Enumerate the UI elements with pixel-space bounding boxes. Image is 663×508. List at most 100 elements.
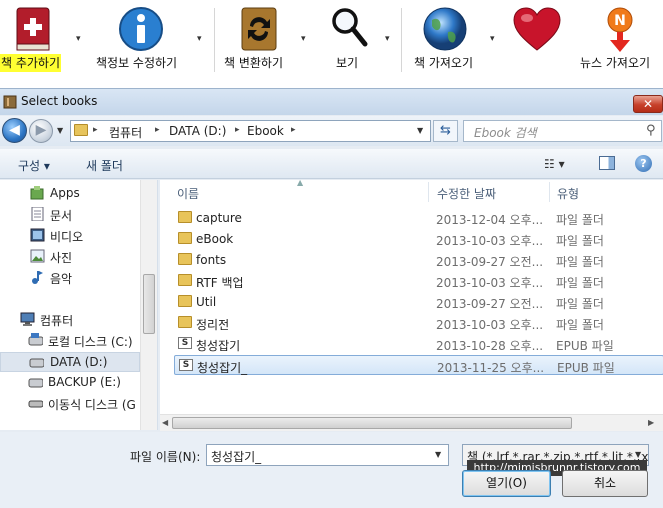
open-button[interactable]: 열기(O) [462,470,551,497]
file-row-epub-2-selected[interactable]: S 청성잡기_ 2013-11-25 오후... EPUB 파일 [174,355,663,375]
breadcrumb-data-drive[interactable]: DATA (D:) [169,124,226,138]
nav-item-data-d[interactable]: DATA (D:) [0,352,140,372]
file-row-fonts[interactable]: fonts 2013-09-27 오전... 파일 폴더 [174,250,663,270]
fetch-news-label: 뉴스 가져오기 [580,56,651,70]
column-header-name[interactable]: 이름 [177,185,199,202]
breadcrumb-separator[interactable]: ▸ [235,125,240,135]
nav-item-label: 컴퓨터 [40,314,74,328]
folder-icon [178,274,192,286]
breadcrumb-separator[interactable]: ▸ [93,125,98,135]
convert-book-dropdown-arrow[interactable]: ▾ [301,34,306,44]
nav-item-label: DATA (D:) [50,355,108,369]
refresh-button[interactable]: ⇆ [433,120,458,142]
folder-icon [178,253,192,265]
breadcrumb-computer[interactable]: 컴퓨터 [109,124,142,141]
help-icon[interactable]: ? [635,155,652,172]
breadcrumb-separator[interactable]: ▸ [155,125,160,135]
file-type: 파일 폴더 [556,297,604,311]
nav-item-label: 로컬 디스크 (C:) [48,335,133,349]
add-book-dropdown-arrow[interactable]: ▾ [76,34,81,44]
file-list: ▲ 이름 수정한 날짜 유형 capture 2013-12-04 오후... … [160,178,663,430]
view-book-button[interactable]: 보기 ▾ [322,0,397,84]
add-book-button[interactable]: 책 추가하기 ▾ [0,0,90,84]
forward-button[interactable]: ▶ [29,119,53,143]
nav-item-label: 비디오 [50,230,84,244]
dialog-title: Select books [21,94,98,108]
file-date: 2013-11-25 오후... [437,361,545,375]
column-header-date[interactable]: 수정한 날짜 [437,185,496,202]
computer-icon [20,312,35,326]
file-type: 파일 폴더 [556,318,604,332]
file-row-util[interactable]: Util 2013-09-27 오전... 파일 폴더 [174,292,663,312]
file-date: 2013-10-28 오후... [436,339,544,353]
toolbar-divider [214,8,215,72]
fetch-news-button[interactable]: N 뉴스 가져오기 [578,0,663,84]
cancel-button[interactable]: 취소 [562,470,648,497]
sort-arrow-icon: ▲ [297,178,304,187]
file-name: 청성잡기 [196,339,241,353]
magnifier-icon [332,8,368,47]
back-button[interactable]: ◀ [2,118,27,143]
folder-icon [74,124,88,136]
filename-label: 파일 이름(N): [130,450,201,464]
convert-book-button[interactable]: 책 변환하기 ▾ [224,0,312,84]
svg-text:N: N [614,13,626,29]
app-icon [3,95,17,109]
nav-item-label: 문서 [50,209,73,223]
file-row-epub-1[interactable]: S 청성잡기 2013-10-28 오후... EPUB 파일 [174,334,663,354]
scroll-right-arrow[interactable]: ▶ [648,418,654,427]
breadcrumb-separator[interactable]: ▸ [291,125,296,135]
view-book-dropdown-arrow[interactable]: ▾ [385,34,390,44]
address-bar[interactable]: ▸ 컴퓨터 ▸ DATA (D:) ▸ Ebook ▸ ▼ [70,120,431,142]
edit-metadata-button[interactable]: 책정보 수정하기 ▾ [96,0,211,84]
recent-pages-dropdown[interactable]: ▼ [57,126,63,135]
get-books-dropdown-arrow[interactable]: ▾ [490,34,495,44]
donate-button[interactable] [510,0,566,84]
filename-dropdown-arrow[interactable]: ▼ [435,450,441,459]
drive-icon [29,358,44,368]
preview-pane-icon[interactable] [599,156,615,170]
nav-pane-scrollbar[interactable] [140,180,157,430]
file-date: 2013-12-04 오후... [436,213,544,227]
file-row-ebook[interactable]: eBook 2013-10-03 오후... 파일 폴더 [174,229,663,249]
file-type: 파일 폴더 [556,234,604,248]
dialog-titlebar: Select books ✕ [0,89,663,115]
convert-book-label: 책 변환하기 [224,56,284,70]
nav-item-label: 음악 [50,272,73,286]
get-books-button[interactable]: 책 가져오기 ▾ [412,0,502,84]
column-divider[interactable] [549,182,550,202]
close-button[interactable]: ✕ [633,95,663,113]
file-name: 청성잡기_ [197,361,248,375]
column-header-row: ▲ 이름 수정한 날짜 유형 [160,178,663,204]
picture-icon [30,249,45,263]
globe-icon [423,7,467,51]
music-icon [32,271,43,284]
new-folder-button[interactable]: 새 폴더 [86,157,123,174]
book-add-icon [16,7,50,51]
search-icon[interactable]: ⚲ [646,123,656,138]
file-list-horizontal-scrollbar[interactable]: ◀ ▶ [160,414,663,431]
file-row-unsorted[interactable]: 정리전 2013-10-03 오후... 파일 폴더 [174,313,663,333]
file-row-rtf-backup[interactable]: RTF 백업 2013-10-03 오후... 파일 폴더 [174,271,663,291]
scroll-left-arrow[interactable]: ◀ [162,418,168,427]
epub-file-icon: S [179,359,193,371]
scrollbar-thumb[interactable] [172,417,572,429]
file-type: EPUB 파일 [557,361,615,375]
edit-metadata-dropdown-arrow[interactable]: ▾ [197,34,202,44]
file-type: 파일 폴더 [556,276,604,290]
organize-menu[interactable]: 구성 ▾ [18,157,50,174]
file-row-capture[interactable]: capture 2013-12-04 오후... 파일 폴더 [174,208,663,228]
get-books-label: 책 가져오기 [414,56,474,70]
column-header-type[interactable]: 유형 [557,185,579,202]
search-input[interactable]: Ebook 검색 ⚲ [463,120,662,142]
change-view-button[interactable]: ☷ ▾ [544,157,565,171]
breadcrumb-ebook[interactable]: Ebook [247,124,284,138]
scrollbar-thumb[interactable] [143,274,155,334]
document-icon [31,207,44,221]
file-name: capture [196,211,242,225]
file-type-dropdown-arrow[interactable]: ▼ [635,450,642,459]
filename-input[interactable]: 청성잡기_ ▼ [206,444,449,466]
command-bar: 구성 ▾ 새 폴더 ☷ ▾ ? [0,149,663,179]
column-divider[interactable] [428,182,429,202]
address-dropdown-arrow[interactable]: ▼ [417,126,423,135]
